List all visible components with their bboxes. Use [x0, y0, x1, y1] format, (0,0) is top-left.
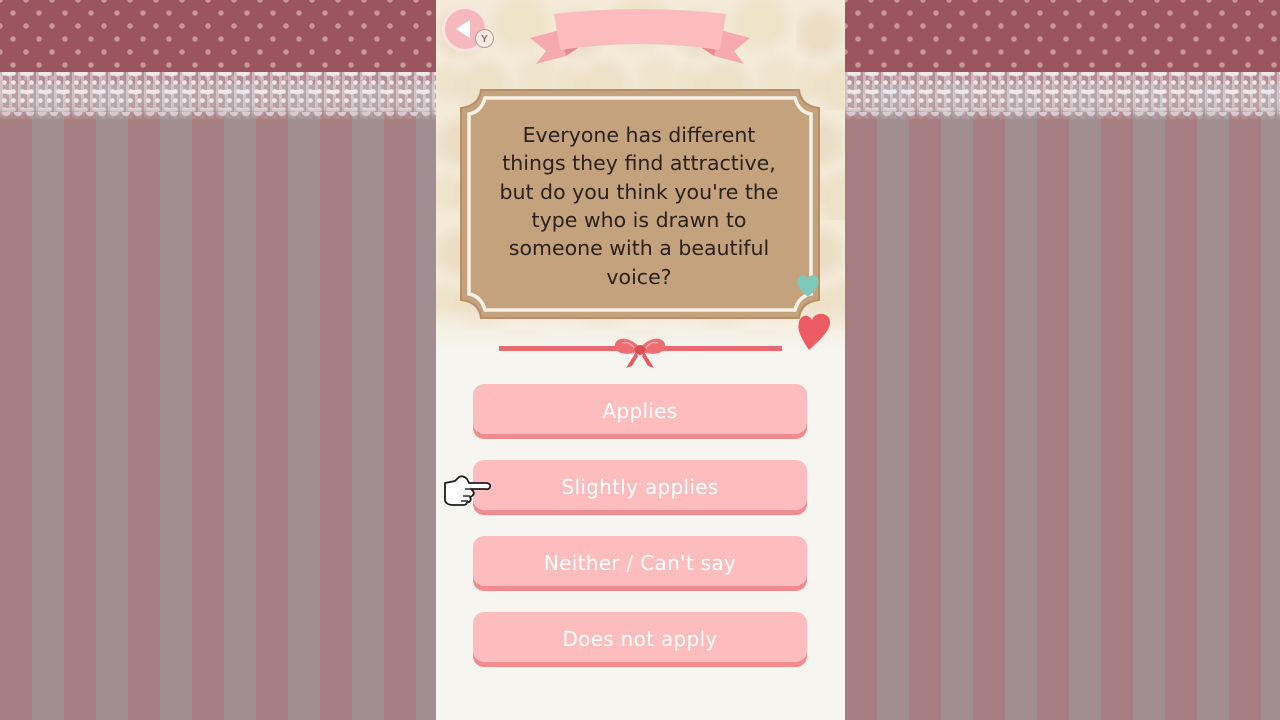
divider-right — [662, 346, 782, 351]
back-arrow-icon — [456, 20, 470, 38]
lace-edge — [0, 112, 436, 120]
left-background — [0, 0, 436, 720]
right-background — [845, 0, 1280, 720]
answer-button-slightly-applies[interactable]: Slightly applies — [473, 460, 807, 515]
answer-label: Does not apply — [562, 627, 718, 651]
answer-button-does-not-apply[interactable]: Does not apply — [473, 612, 807, 667]
answer-label: Slightly applies — [561, 475, 719, 499]
divider-left — [499, 346, 617, 351]
ribbon-bow-icon — [614, 338, 666, 368]
pointing-hand-icon — [444, 475, 491, 506]
answer-button-applies[interactable]: Applies — [473, 384, 807, 439]
answer-label: Neither / Can't say — [543, 551, 737, 575]
answer-button-neither[interactable]: Neither / Can't say — [473, 536, 807, 591]
ribbon-banner — [530, 9, 750, 64]
lace-edge — [845, 112, 1280, 120]
red-heart-icon — [798, 313, 831, 350]
y-button-hint-icon: Y — [475, 29, 494, 48]
mint-heart-icon — [797, 275, 819, 297]
question-text: Everyone has different things they find … — [499, 123, 779, 289]
answer-label: Applies — [602, 399, 678, 423]
